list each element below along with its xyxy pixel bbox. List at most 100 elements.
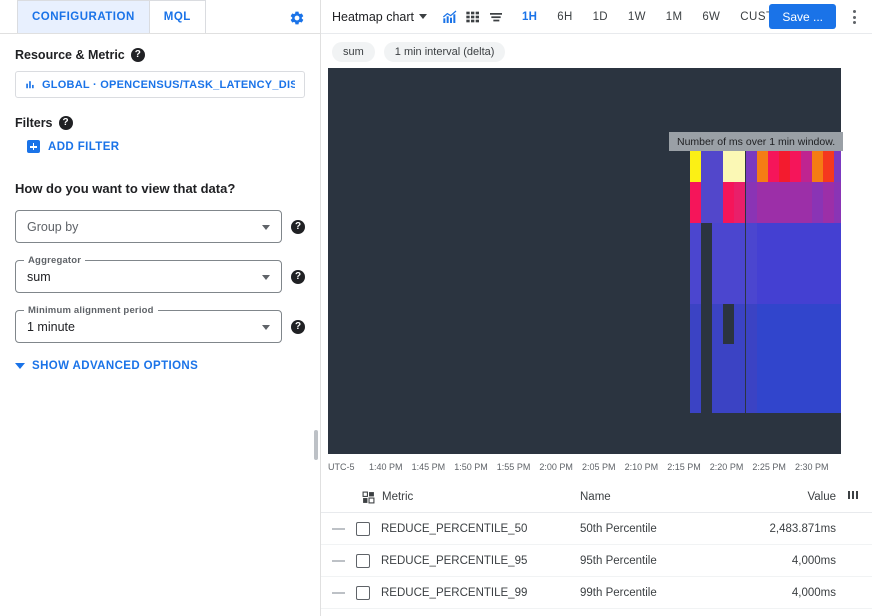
heatmap-cell[interactable] bbox=[778, 223, 790, 304]
heatmap-column[interactable] bbox=[767, 68, 779, 454]
heatmap-cell[interactable] bbox=[767, 182, 779, 223]
heatmap-column[interactable] bbox=[823, 68, 835, 454]
heatmap-cell[interactable] bbox=[745, 223, 757, 304]
table-row[interactable]: REDUCE_PERCENTILE_50 50th Percentile 2,4… bbox=[321, 513, 872, 545]
heatmap-cell[interactable] bbox=[767, 344, 779, 413]
alignment-period-select[interactable]: Minimum alignment period 1 minute bbox=[15, 305, 282, 343]
heatmap-cell[interactable] bbox=[801, 344, 813, 413]
columns-icon[interactable] bbox=[847, 491, 858, 499]
table-row[interactable]: REDUCE_PERCENTILE_95 95th Percentile 4,0… bbox=[321, 545, 872, 577]
heatmap-cell[interactable] bbox=[778, 304, 790, 344]
aggregator-select[interactable]: Aggregator sum bbox=[15, 255, 282, 293]
heatmap-column[interactable] bbox=[789, 68, 801, 454]
heatmap-column[interactable] bbox=[701, 68, 713, 454]
heatmap-cell[interactable] bbox=[734, 68, 746, 141]
heatmap-cell[interactable] bbox=[789, 182, 801, 223]
heatmap-column[interactable] bbox=[712, 68, 724, 454]
heatmap-cell[interactable] bbox=[834, 344, 841, 413]
heatmap-cell[interactable] bbox=[745, 182, 757, 223]
heatmap-cell[interactable] bbox=[767, 223, 779, 304]
heatmap-cell[interactable] bbox=[812, 68, 824, 141]
header-name[interactable]: Name bbox=[580, 491, 611, 503]
heatmap-cell[interactable] bbox=[712, 182, 724, 223]
heatmap-column[interactable] bbox=[812, 68, 824, 454]
heatmap-cell[interactable] bbox=[723, 344, 735, 413]
heatmap-cell[interactable] bbox=[734, 304, 746, 344]
help-icon[interactable]: ? bbox=[130, 48, 145, 62]
heatmap-cell[interactable] bbox=[701, 182, 713, 223]
heatmap-column[interactable] bbox=[690, 68, 702, 454]
settings-gear-button[interactable] bbox=[284, 5, 310, 31]
header-metric[interactable]: Metric bbox=[362, 491, 413, 504]
heatmap-plot-area[interactable] bbox=[328, 68, 841, 454]
show-advanced-options-button[interactable]: SHOW ADVANCED OPTIONS bbox=[15, 360, 305, 372]
heatmap-cell[interactable] bbox=[712, 304, 724, 344]
heatmap-cell[interactable] bbox=[834, 68, 841, 141]
heatmap-cell[interactable] bbox=[756, 223, 768, 304]
chip-aggregator[interactable]: sum bbox=[332, 42, 375, 62]
help-icon[interactable]: ? bbox=[58, 116, 73, 130]
heatmap-cell[interactable] bbox=[812, 182, 824, 223]
heatmap-cell[interactable] bbox=[823, 304, 835, 344]
heatmap-cell[interactable] bbox=[712, 68, 724, 141]
heatmap-cell[interactable] bbox=[756, 304, 768, 344]
heatmap-cell[interactable] bbox=[712, 344, 724, 413]
save-button[interactable]: Save ... bbox=[769, 4, 836, 29]
heatmap-cell[interactable] bbox=[789, 68, 801, 141]
time-range-1m[interactable]: 1M bbox=[656, 11, 693, 23]
time-range-1h[interactable]: 1H bbox=[512, 11, 547, 23]
resource-metric-selector[interactable]: GLOBAL · OPENCENSUS/TASK_LATENCY_DISTRIB… bbox=[15, 71, 305, 98]
more-options-button[interactable] bbox=[845, 8, 863, 26]
heatmap-cell[interactable] bbox=[723, 304, 735, 344]
heatmap-cell[interactable] bbox=[801, 68, 813, 141]
heatmap-cell[interactable] bbox=[778, 68, 790, 141]
heatmap-cell[interactable] bbox=[789, 223, 801, 304]
add-filter-button[interactable]: ADD FILTER bbox=[27, 140, 305, 153]
heatmap-cell[interactable] bbox=[690, 68, 702, 141]
heatmap-cell[interactable] bbox=[690, 304, 702, 344]
heatmap-cell[interactable] bbox=[812, 223, 824, 304]
heatmap-cell[interactable] bbox=[734, 223, 746, 304]
group-by-select[interactable]: Group by bbox=[15, 210, 282, 243]
heatmap-cell[interactable] bbox=[690, 223, 702, 304]
heatmap-cell[interactable] bbox=[767, 304, 779, 344]
time-range-1d[interactable]: 1D bbox=[583, 11, 618, 23]
heatmap-column[interactable] bbox=[801, 68, 813, 454]
heatmap-cell[interactable] bbox=[701, 344, 713, 413]
heatmap-column[interactable] bbox=[745, 68, 757, 454]
heatmap-column[interactable] bbox=[756, 68, 768, 454]
table-view-button[interactable] bbox=[462, 5, 485, 28]
heatmap-cell[interactable] bbox=[690, 182, 702, 223]
time-range-6h[interactable]: 6H bbox=[547, 11, 582, 23]
heatmap-cell[interactable] bbox=[812, 344, 824, 413]
heatmap-cell[interactable] bbox=[778, 182, 790, 223]
heatmap-column[interactable] bbox=[778, 68, 790, 454]
row-checkbox[interactable] bbox=[356, 553, 370, 568]
heatmap-cell[interactable] bbox=[778, 344, 790, 413]
row-checkbox[interactable] bbox=[356, 521, 370, 536]
tab-mql[interactable]: MQL bbox=[149, 0, 206, 33]
heatmap-cell[interactable] bbox=[801, 304, 813, 344]
bar-list-view-button[interactable] bbox=[485, 5, 508, 28]
heatmap-cell[interactable] bbox=[834, 223, 841, 304]
heatmap-column[interactable] bbox=[734, 68, 746, 454]
time-range-1w[interactable]: 1W bbox=[618, 11, 656, 23]
heatmap-cell[interactable] bbox=[812, 304, 824, 344]
heatmap-cell[interactable] bbox=[756, 182, 768, 223]
heatmap-cell[interactable] bbox=[701, 304, 713, 344]
line-chart-view-button[interactable] bbox=[439, 5, 462, 28]
heatmap-cell[interactable] bbox=[823, 344, 835, 413]
heatmap-cell[interactable] bbox=[789, 344, 801, 413]
heatmap-cell[interactable] bbox=[756, 344, 768, 413]
table-row[interactable]: REDUCE_PERCENTILE_99 99th Percentile 4,0… bbox=[321, 577, 872, 609]
heatmap-column[interactable] bbox=[723, 68, 735, 454]
heatmap-cell[interactable] bbox=[723, 223, 735, 304]
heatmap-column[interactable] bbox=[834, 68, 841, 454]
heatmap-cell[interactable] bbox=[745, 344, 757, 413]
heatmap-cell[interactable] bbox=[756, 68, 768, 141]
heatmap-cell[interactable] bbox=[801, 223, 813, 304]
heatmap-cell[interactable] bbox=[801, 182, 813, 223]
help-icon[interactable]: ? bbox=[291, 319, 305, 334]
heatmap-cell[interactable] bbox=[834, 182, 841, 223]
panel-scrollbar[interactable] bbox=[314, 430, 318, 460]
